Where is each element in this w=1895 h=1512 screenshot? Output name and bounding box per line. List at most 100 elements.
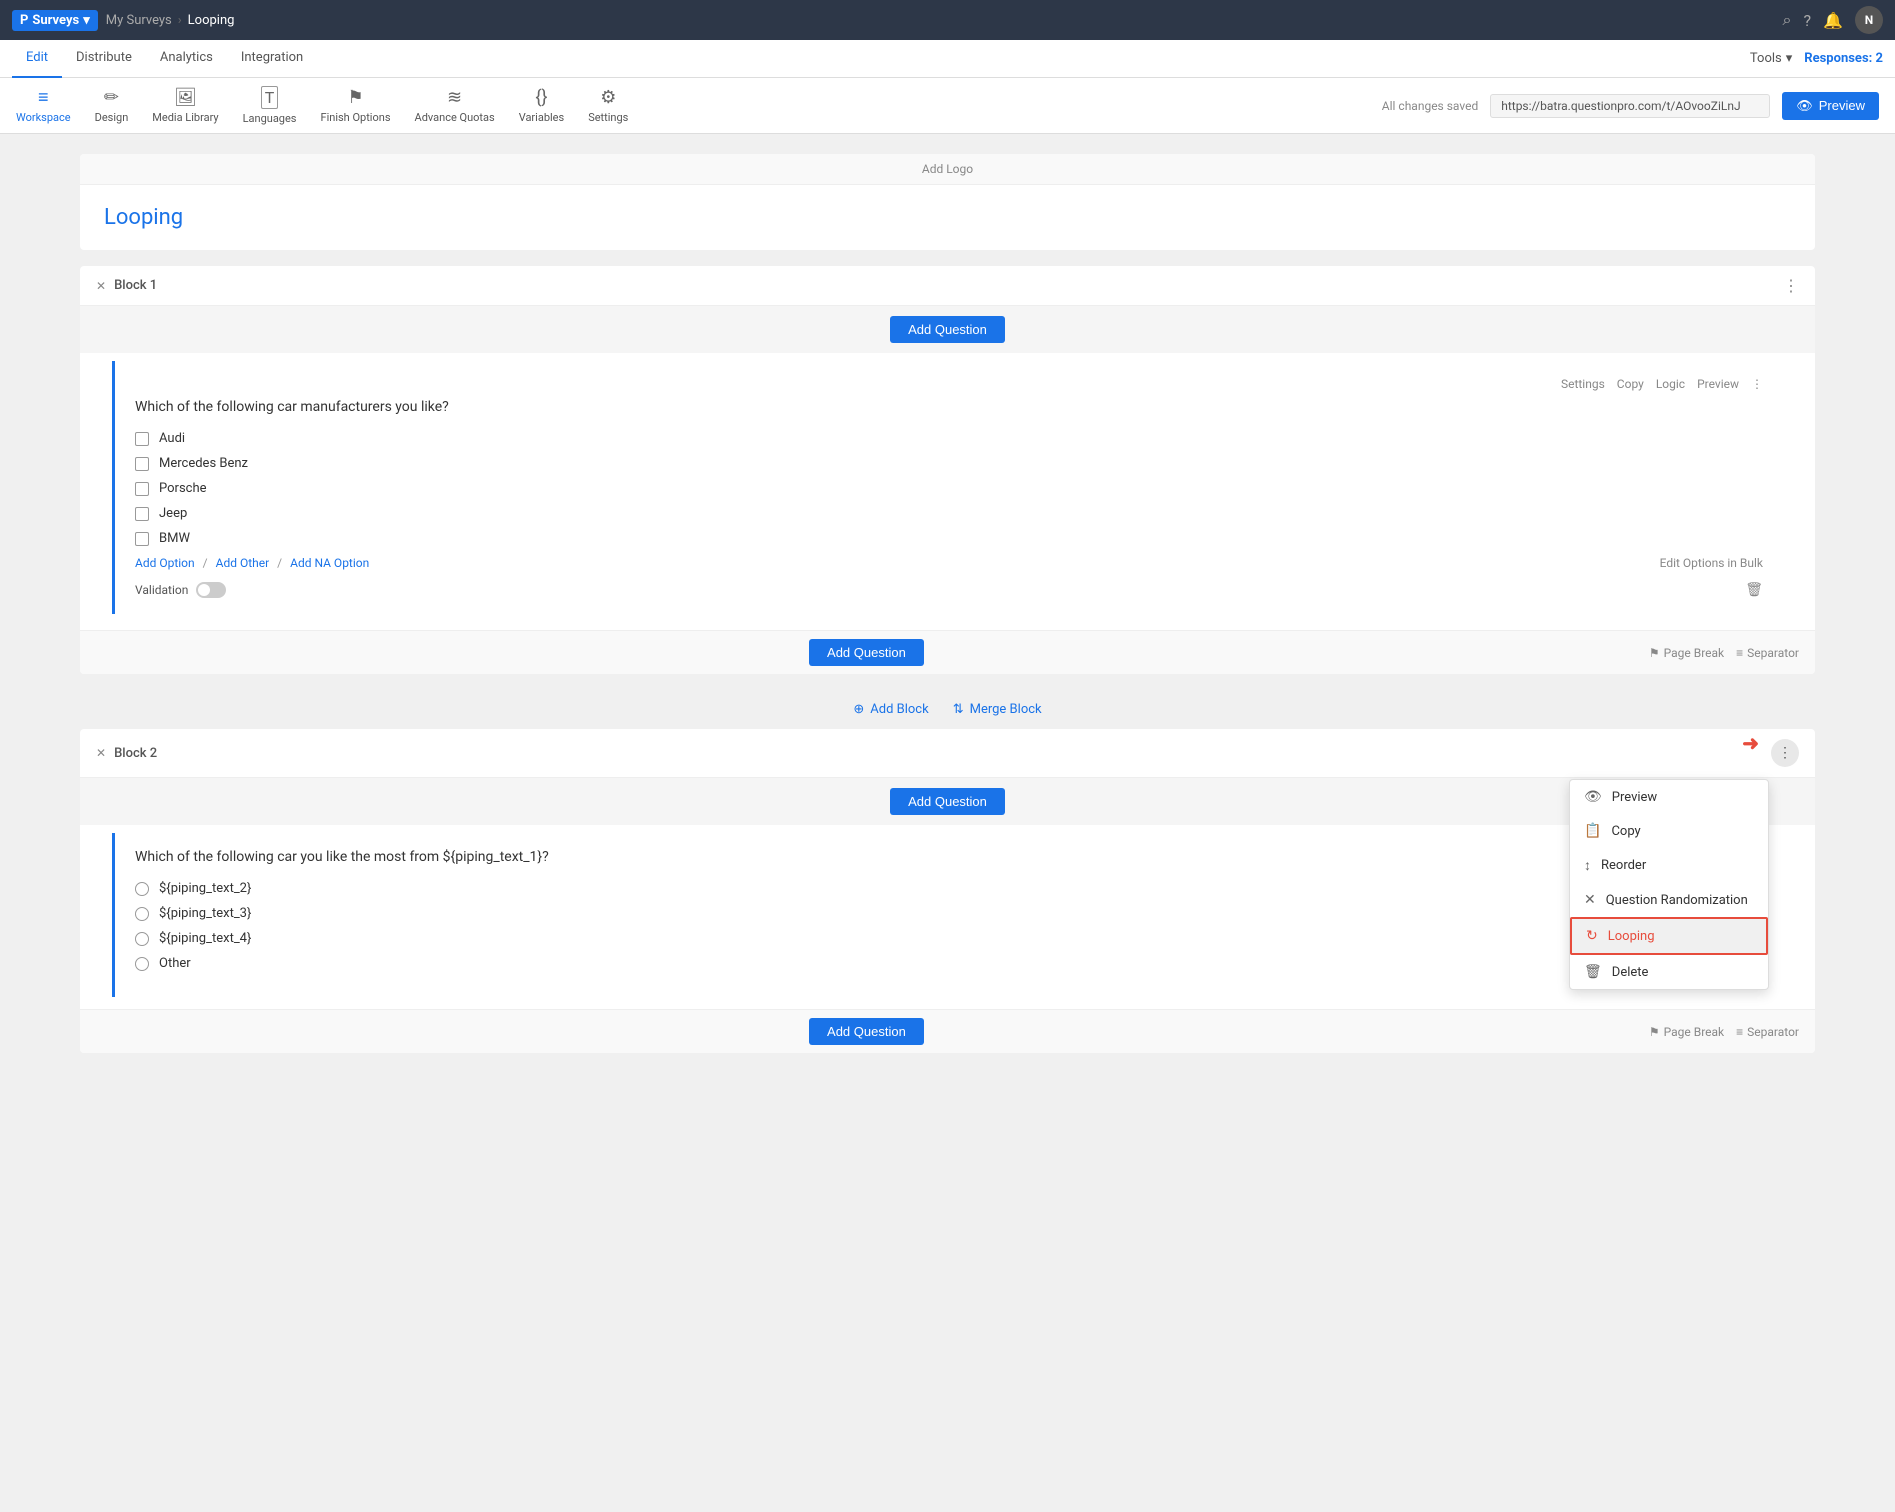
q1-option-3: Jeep <box>135 506 1763 521</box>
add-block-icon: ⊕ <box>853 702 864 717</box>
toolbar: ≡ Workspace ✏ Design 🖼 Media Library T L… <box>0 78 1895 134</box>
menu-preview-icon: 👁 <box>1584 789 1602 805</box>
page-break-label: Page Break <box>1664 646 1725 660</box>
workspace-icon: ≡ <box>38 87 49 108</box>
q1-checkbox-4[interactable] <box>135 532 149 546</box>
context-menu-reorder[interactable]: ↕ Reorder <box>1570 848 1768 883</box>
add-options-row: Add Option / Add Other / Add NA Option E… <box>135 556 1763 570</box>
merge-block-icon: ⇅ <box>953 702 964 717</box>
finish-options-label: Finish Options <box>321 111 391 124</box>
block-1-menu-icon[interactable]: ⋮ <box>1783 276 1799 295</box>
help-icon[interactable]: ? <box>1804 11 1812 30</box>
question-3-text: Which of the following car you like the … <box>135 849 1763 865</box>
nav-analytics[interactable]: Analytics <box>146 40 227 78</box>
responses-badge: Responses: 2 <box>1804 51 1883 66</box>
context-menu-looping[interactable]: ↻ Looping <box>1570 917 1768 955</box>
app-name: Surveys <box>32 13 79 28</box>
context-menu-copy[interactable]: 📋 Copy <box>1570 814 1768 848</box>
add-block-button[interactable]: ⊕ Add Block <box>853 702 928 717</box>
page-break-button[interactable]: ⚑ Page Break <box>1649 646 1724 660</box>
block-2-separator-button[interactable]: ≡ Separator <box>1736 1025 1799 1039</box>
validation-toggle[interactable] <box>196 582 226 598</box>
app-logo[interactable]: P Surveys ▾ <box>12 10 98 31</box>
nav-edit[interactable]: Edit <box>12 40 62 78</box>
bell-icon[interactable]: 🔔 <box>1823 11 1843 30</box>
q3-radio-1[interactable] <box>135 907 149 921</box>
q3-option-1: ${piping_text_3} <box>135 906 1763 921</box>
menu-copy-icon: 📋 <box>1584 823 1601 839</box>
block-2-add-question-button[interactable]: Add Question <box>890 788 1005 815</box>
q1-logic-button[interactable]: Logic <box>1656 377 1685 391</box>
context-menu-randomization[interactable]: ✕ Question Randomization <box>1570 883 1768 917</box>
media-library-label: Media Library <box>152 111 218 124</box>
separator-button[interactable]: ≡ Separator <box>1736 646 1799 660</box>
q1-option-text-4: BMW <box>159 531 190 546</box>
context-menu-preview[interactable]: 👁 Preview <box>1570 780 1768 814</box>
q1-option-4: BMW <box>135 531 1763 546</box>
toolbar-languages[interactable]: T Languages <box>243 86 297 125</box>
menu-preview-label: Preview <box>1612 790 1657 805</box>
delete-question-icon[interactable]: 🗑 <box>1745 582 1763 598</box>
languages-icon: T <box>261 86 279 109</box>
block-2-page-break-button[interactable]: ⚑ Page Break <box>1649 1025 1724 1039</box>
search-icon[interactable]: ⌕ <box>1783 10 1792 30</box>
block-2-page-break-label: Page Break <box>1664 1025 1725 1039</box>
q1-checkbox-2[interactable] <box>135 482 149 496</box>
toolbar-design[interactable]: ✏ Design <box>95 87 129 124</box>
q1-option-2: Porsche <box>135 481 1763 496</box>
q3-radio-0[interactable] <box>135 882 149 896</box>
block-1-add-question-button[interactable]: Add Question <box>890 316 1005 343</box>
logo-letter: P <box>20 13 28 28</box>
block-1-header: ✕ Block 1 ⋮ <box>80 266 1815 306</box>
add-other-link[interactable]: Add Other <box>216 556 270 570</box>
toolbar-settings[interactable]: ⚙ Settings <box>588 87 628 124</box>
block-2-bottom-add-question-button[interactable]: Add Question <box>809 1018 924 1045</box>
q3-radio-2[interactable] <box>135 932 149 946</box>
toolbar-finish-options[interactable]: ⚑ Finish Options <box>321 87 391 124</box>
block-2-bottom-add: Add Question <box>96 1018 1637 1045</box>
q1-copy-button[interactable]: Copy <box>1617 377 1644 391</box>
toolbar-advance-quotas[interactable]: ≋ Advance Quotas <box>415 87 495 124</box>
responses-count: 2 <box>1876 51 1883 66</box>
preview-button[interactable]: 👁 Preview <box>1782 92 1879 120</box>
question-1-inner: Settings Copy Logic Preview ⋮ Which of t… <box>115 361 1783 614</box>
url-bar[interactable]: https://batra.questionpro.com/t/AOvooZiL… <box>1490 94 1770 118</box>
edit-bulk-link[interactable]: Edit Options in Bulk <box>1660 556 1763 570</box>
tools-button[interactable]: Tools ▾ <box>1750 51 1792 66</box>
q1-checkbox-0[interactable] <box>135 432 149 446</box>
q3-option-text-1: ${piping_text_3} <box>159 906 251 921</box>
merge-block-label: Merge Block <box>970 702 1042 717</box>
separator-icon: ≡ <box>1736 646 1743 660</box>
finish-options-icon: ⚑ <box>347 87 363 108</box>
q1-preview-button[interactable]: Preview <box>1697 377 1739 391</box>
block-1-collapse-icon[interactable]: ✕ <box>96 279 106 293</box>
avatar[interactable]: N <box>1855 6 1883 34</box>
add-option-link[interactable]: Add Option <box>135 556 195 570</box>
block-2-collapse-icon[interactable]: ✕ <box>96 746 106 760</box>
separator-label: Separator <box>1747 646 1799 660</box>
toolbar-media-library[interactable]: 🖼 Media Library <box>152 87 218 124</box>
merge-block-button[interactable]: ⇅ Merge Block <box>953 702 1042 717</box>
toolbar-workspace[interactable]: ≡ Workspace <box>16 87 71 124</box>
context-menu-delete[interactable]: 🗑 Delete <box>1570 955 1768 989</box>
block-2-menu-button[interactable]: ⋮ <box>1771 739 1799 767</box>
sep-2: / <box>277 556 282 570</box>
q1-more-button[interactable]: ⋮ <box>1751 377 1763 391</box>
question-1-text: Which of the following car manufacturers… <box>135 399 1763 415</box>
responses-label: Responses: <box>1804 51 1872 66</box>
toolbar-variables[interactable]: {} Variables <box>519 87 565 124</box>
q1-checkbox-3[interactable] <box>135 507 149 521</box>
add-na-option-link[interactable]: Add NA Option <box>290 556 369 570</box>
survey-title-card: Add Logo Looping <box>80 154 1815 250</box>
tools-label: Tools <box>1750 51 1782 66</box>
nav-integration[interactable]: Integration <box>227 40 317 78</box>
languages-label: Languages <box>243 112 297 125</box>
main-content: Add Logo Looping ✕ Block 1 ⋮ Add Questio… <box>0 134 1895 1512</box>
breadcrumb-my-surveys[interactable]: My Surveys <box>106 13 172 28</box>
nav-distribute[interactable]: Distribute <box>62 40 146 78</box>
block-1-bottom-add-question-button[interactable]: Add Question <box>809 639 924 666</box>
q3-radio-3[interactable] <box>135 957 149 971</box>
add-logo-button[interactable]: Add Logo <box>80 154 1815 185</box>
q1-settings-button[interactable]: Settings <box>1561 377 1605 391</box>
q1-checkbox-1[interactable] <box>135 457 149 471</box>
